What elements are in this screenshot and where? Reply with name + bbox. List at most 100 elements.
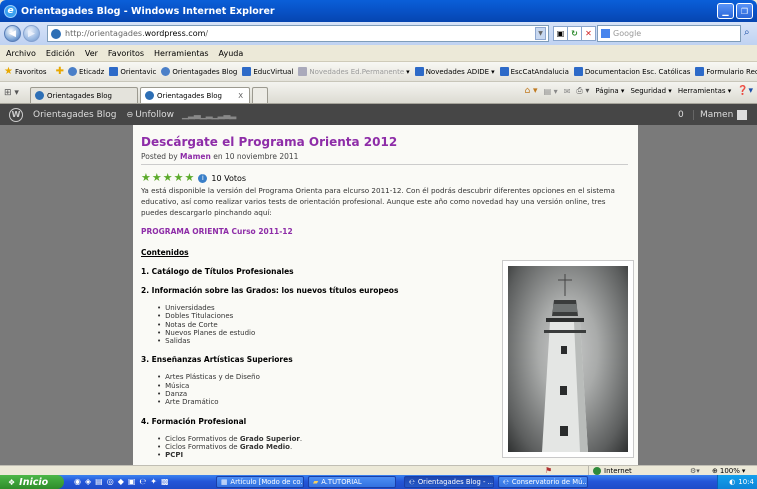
task-articulo[interactable]: ▦ Artículo [Modo de co... <box>216 476 304 488</box>
tab-favicon-icon <box>35 91 44 100</box>
fav-novedades-ed[interactable]: Novedades Ed.Permanente ▾ <box>298 67 410 76</box>
rating-star-icon[interactable]: ★ <box>152 172 162 183</box>
rating-star-icon[interactable]: ★ <box>185 172 195 183</box>
popup-blocker-icon[interactable]: ⚑ <box>545 466 552 475</box>
rating-star-icon[interactable]: ★ <box>163 172 173 183</box>
fav-icon <box>414 67 424 76</box>
tools-menu[interactable]: Herramientas ▾ <box>678 87 731 95</box>
search-icon[interactable]: ⌕ <box>740 109 746 120</box>
compat-view-icon[interactable]: ▣ <box>553 26 568 41</box>
menu-favoritos[interactable]: Favoritos <box>108 49 144 58</box>
rating-star-icon[interactable]: ★ <box>174 172 184 183</box>
start-button[interactable]: ❖ Inicio <box>0 475 64 489</box>
internet-zone[interactable]: Internet <box>588 465 632 476</box>
fav-novedades-adide[interactable]: Novedades ADIDE ▾ <box>414 67 495 76</box>
post-container: Descárgate el Programa Orienta 2012 Post… <box>133 125 638 465</box>
menu-archivo[interactable]: Archivo <box>6 49 36 58</box>
security-menu[interactable]: Seguridad ▾ <box>630 87 671 95</box>
tab-orientagades-2[interactable]: Orientagades Blog X <box>140 87 250 103</box>
programa-orienta-link[interactable]: PROGRAMA ORIENTA Curso 2011-12 <box>141 227 628 236</box>
tab-orientagades-1[interactable]: Orientagades Blog <box>30 87 138 103</box>
fav-orientavic[interactable]: Orientavic <box>109 67 156 76</box>
network-icon[interactable]: ◐ <box>729 478 735 486</box>
fav-icon <box>242 67 252 76</box>
quicklaunch-icon[interactable]: ℮ <box>139 477 146 486</box>
clock[interactable]: 10:4 <box>738 478 754 486</box>
info-icon[interactable]: i <box>198 173 208 183</box>
site-favicon-icon <box>51 28 61 39</box>
menu-ver[interactable]: Ver <box>85 49 98 58</box>
votes-count: 10 Votos <box>211 173 247 183</box>
post-title[interactable]: Descárgate el Programa Orienta 2012 <box>141 135 628 149</box>
quicklaunch-icon[interactable]: ◈ <box>85 477 91 486</box>
windows-logo-icon: ❖ <box>8 477 16 487</box>
fav-documentacion[interactable]: Documentacion Esc. Católicas <box>573 67 690 76</box>
new-tab-button[interactable] <box>252 87 268 103</box>
fav-esccat[interactable]: EscCatAndalucia <box>499 67 569 76</box>
search-input[interactable]: Google <box>597 25 741 42</box>
quicklaunch-icon[interactable]: ✦ <box>150 477 157 486</box>
tabs-bar: ⊞ ▾ Orientagades Blog Orientagades Blog … <box>0 82 757 104</box>
menu-ayuda[interactable]: Ayuda <box>219 49 244 58</box>
quicklaunch-icon[interactable]: ▣ <box>128 477 136 486</box>
quicklaunch-icon[interactable]: ◆ <box>118 477 124 486</box>
wordpress-logo-icon[interactable]: W <box>9 107 23 122</box>
refresh-icon[interactable]: ↻ <box>567 26 582 41</box>
favorites-label: Favoritos <box>14 67 47 76</box>
favorites-button[interactable]: ★ Favoritos <box>4 66 47 77</box>
stop-icon[interactable]: ✕ <box>581 26 596 41</box>
print-icon[interactable]: ⎙ ▾ <box>576 86 589 96</box>
star-icon: ★ <box>4 66 13 77</box>
back-button[interactable]: ◀ <box>4 25 21 42</box>
fav-eticadz[interactable]: Eticadz <box>67 67 105 76</box>
task-tutorial[interactable]: ▰ A.TUTORIAL <box>308 476 396 488</box>
notifications-count[interactable]: 0 <box>678 110 684 120</box>
help-icon[interactable]: ❓▾ <box>737 86 753 96</box>
minimize-button[interactable]: ▁ <box>717 3 734 19</box>
fav-label: EscCatAndalucia <box>510 67 569 76</box>
fav-educvirtual[interactable]: EducVirtual <box>242 67 293 76</box>
protected-mode-icon[interactable]: ⚙▾ <box>690 467 700 475</box>
tab-label: Orientagades Blog <box>157 91 222 100</box>
home-icon[interactable]: ⌂ ▾ <box>524 86 537 96</box>
task-orientagades[interactable]: ℮ Orientagades Blog - ... <box>404 476 494 488</box>
fav-icon <box>109 67 119 76</box>
maximize-button[interactable]: ❐ <box>736 3 753 19</box>
address-dropdown-icon[interactable]: ▼ <box>535 27 546 40</box>
unfollow-button[interactable]: ⊖ Unfollow <box>127 110 175 120</box>
address-field[interactable]: http://orientagades. wordpress.com / ▼ <box>47 25 549 42</box>
fav-formulario[interactable]: Formulario Recursos <box>695 67 757 76</box>
command-bar: ⌂ ▾ ▤ ▾ ✉ ⎙ ▾ Página ▾ Seguridad ▾ Herra… <box>524 86 753 96</box>
search-icon[interactable]: ⌕ <box>744 27 750 38</box>
security-menu-label: Seguridad <box>630 87 667 95</box>
task-label: Conservatorio de Mú... <box>511 478 588 486</box>
fp-item-text: Ciclos Formativos de <box>165 434 240 443</box>
url-domain: wordpress.com <box>144 29 206 38</box>
rating-star-icon[interactable]: ★ <box>141 172 151 183</box>
zoom-control[interactable]: ⊕ 100% ▾ <box>712 467 745 475</box>
quicklaunch-icon[interactable]: ▩ <box>161 477 169 486</box>
google-icon <box>601 29 610 38</box>
quick-tabs-icon[interactable]: ⊞ ▾ <box>4 88 19 98</box>
fav-label: Formulario Recursos <box>706 67 757 76</box>
fav-orientagades[interactable]: Orientagades Blog <box>161 67 237 76</box>
post-author-link[interactable]: Mamen <box>180 152 211 161</box>
menu-edicion[interactable]: Edición <box>46 49 75 58</box>
quicklaunch-icon[interactable]: ◎ <box>107 477 114 486</box>
task-conservatorio[interactable]: ℮ Conservatorio de Mú... <box>498 476 588 488</box>
tools-menu-label: Herramientas <box>677 87 726 95</box>
tab-close-button[interactable]: X <box>238 92 243 100</box>
page-menu[interactable]: Página ▾ <box>595 87 624 95</box>
quicklaunch-icon[interactable]: ▤ <box>95 477 103 486</box>
quicklaunch-icon[interactable]: ◉ <box>74 477 81 486</box>
forward-button[interactable]: ▶ <box>23 25 40 42</box>
menu-herramientas[interactable]: Herramientas <box>154 49 209 58</box>
blog-name-link[interactable]: Orientagades Blog <box>33 110 117 120</box>
post-meta: Posted by Mamen en 10 noviembre 2011 <box>141 152 628 165</box>
fav-label: Eticadz <box>78 67 105 76</box>
mail-icon[interactable]: ✉ <box>564 87 571 96</box>
add-favorite-icon[interactable]: ✚ <box>56 66 64 77</box>
lighthouse-photo[interactable] <box>502 260 634 458</box>
feeds-icon[interactable]: ▤ ▾ <box>544 87 558 96</box>
zone-label: Internet <box>604 466 632 475</box>
